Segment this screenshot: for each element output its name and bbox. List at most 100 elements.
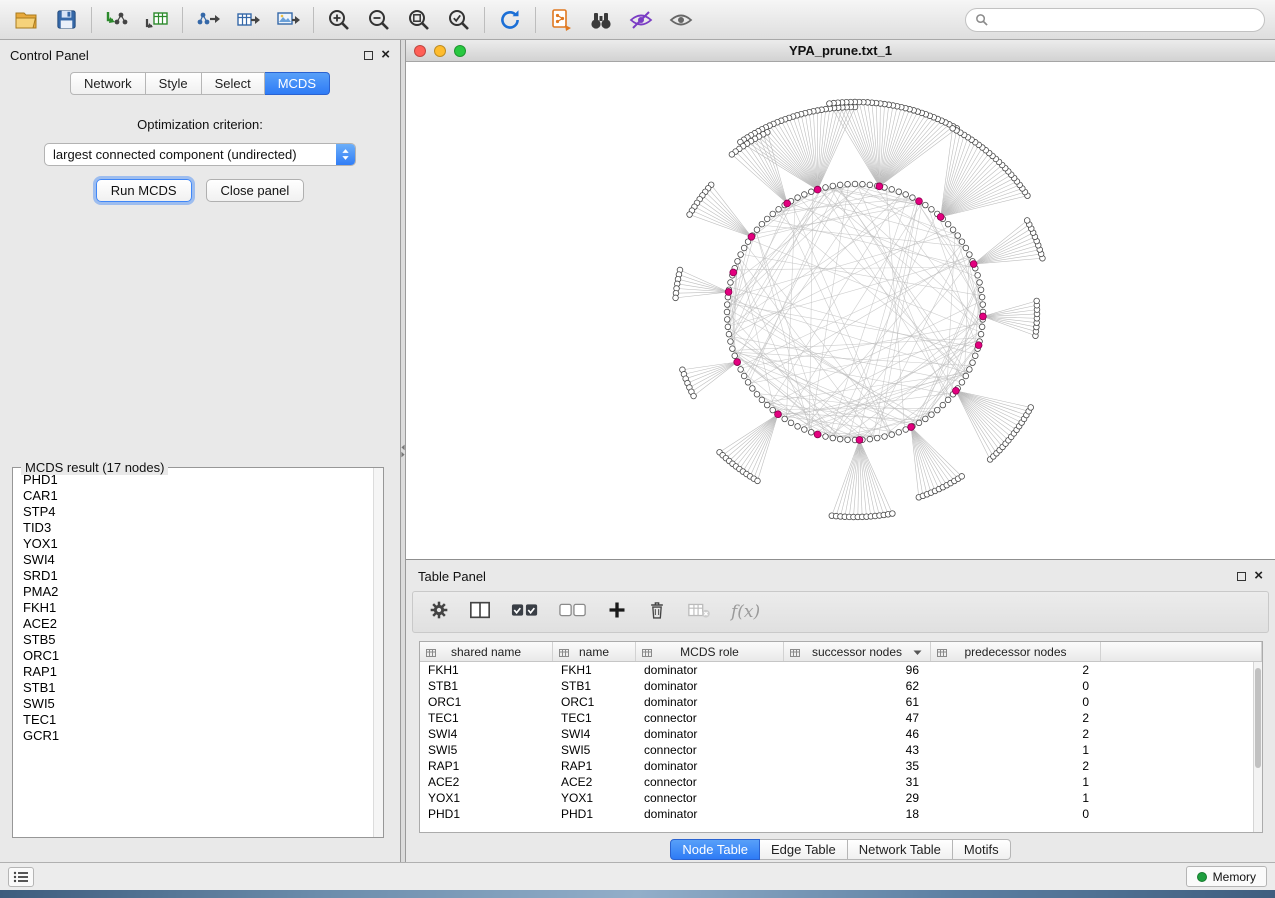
float-panel-icon[interactable] <box>364 51 373 60</box>
hide-elements-button[interactable] <box>625 5 657 35</box>
tab-network-table[interactable]: Network Table <box>848 839 953 860</box>
cell-shared-name[interactable]: ACE2 <box>420 774 553 790</box>
show-elements-button[interactable] <box>665 5 697 35</box>
cell-predecessor-nodes[interactable]: 0 <box>931 806 1101 822</box>
select-all-columns-button[interactable] <box>511 600 539 625</box>
cell-mcds-role[interactable]: dominator <box>636 662 784 678</box>
refresh-button[interactable] <box>494 5 526 35</box>
cell-mcds-role[interactable]: connector <box>636 774 784 790</box>
close-panel-icon[interactable]: × <box>381 50 390 60</box>
zoom-out-button[interactable] <box>363 5 395 35</box>
cell-mcds-role[interactable]: dominator <box>636 678 784 694</box>
open-file-button[interactable] <box>10 5 42 35</box>
mcds-result-item[interactable]: SRD1 <box>15 568 372 584</box>
cell-successor-nodes[interactable]: 31 <box>784 774 931 790</box>
table-row[interactable]: ACE2ACE2connector311 <box>420 774 1253 790</box>
cell-predecessor-nodes[interactable]: 2 <box>931 710 1101 726</box>
mcds-result-item[interactable]: SWI5 <box>15 696 372 712</box>
table-settings-button[interactable] <box>429 600 449 625</box>
cell-shared-name[interactable]: YOX1 <box>420 790 553 806</box>
search-field[interactable] <box>965 8 1265 32</box>
column-header-predecessor-nodes[interactable]: predecessor nodes <box>931 642 1101 661</box>
cell-shared-name[interactable]: FKH1 <box>420 662 553 678</box>
cell-mcds-role[interactable]: connector <box>636 742 784 758</box>
tab-style[interactable]: Style <box>146 72 202 95</box>
cell-predecessor-nodes[interactable]: 2 <box>931 662 1101 678</box>
cell-predecessor-nodes[interactable]: 0 <box>931 678 1101 694</box>
show-columns-button[interactable] <box>469 600 491 625</box>
tab-select[interactable]: Select <box>202 72 265 95</box>
table-row[interactable]: PHD1PHD1dominator180 <box>420 806 1253 822</box>
table-row[interactable]: TEC1TEC1connector472 <box>420 710 1253 726</box>
mcds-result-item[interactable]: YOX1 <box>15 536 372 552</box>
cell-successor-nodes[interactable]: 35 <box>784 758 931 774</box>
cell-name[interactable]: SWI5 <box>553 742 636 758</box>
cell-mcds-role[interactable]: dominator <box>636 694 784 710</box>
export-table-button[interactable] <box>232 5 264 35</box>
column-header-name[interactable]: name <box>553 642 636 661</box>
mcds-result-item[interactable]: STP4 <box>15 504 372 520</box>
table-row[interactable]: ORC1ORC1dominator610 <box>420 694 1253 710</box>
column-header-successor-nodes[interactable]: successor nodes <box>784 642 931 661</box>
delete-column-button[interactable] <box>647 600 667 625</box>
cell-mcds-role[interactable]: connector <box>636 710 784 726</box>
cell-name[interactable]: RAP1 <box>553 758 636 774</box>
table-row[interactable]: YOX1YOX1connector291 <box>420 790 1253 806</box>
mcds-result-item[interactable]: PMA2 <box>15 584 372 600</box>
zoom-fit-button[interactable] <box>403 5 435 35</box>
cell-predecessor-nodes[interactable]: 0 <box>931 694 1101 710</box>
search-input[interactable] <box>994 13 1255 27</box>
cell-predecessor-nodes[interactable]: 2 <box>931 726 1101 742</box>
table-row[interactable]: FKH1FKH1dominator962 <box>420 662 1253 678</box>
run-mcds-button[interactable]: Run MCDS <box>96 179 192 202</box>
column-header-shared-name[interactable]: shared name <box>420 642 553 661</box>
table-row[interactable]: RAP1RAP1dominator352 <box>420 758 1253 774</box>
cell-mcds-role[interactable]: connector <box>636 790 784 806</box>
network-canvas[interactable] <box>406 62 1275 560</box>
mcds-result-item[interactable]: STB5 <box>15 632 372 648</box>
tab-motifs[interactable]: Motifs <box>953 839 1011 860</box>
cell-name[interactable]: FKH1 <box>553 662 636 678</box>
cell-successor-nodes[interactable]: 18 <box>784 806 931 822</box>
memory-button[interactable]: Memory <box>1186 866 1267 887</box>
optimization-criterion-select[interactable]: largest connected component (undirected) <box>44 143 356 166</box>
cell-name[interactable]: TEC1 <box>553 710 636 726</box>
table-scrollbar-thumb[interactable] <box>1255 668 1261 768</box>
mcds-result-item[interactable]: FKH1 <box>15 600 372 616</box>
show-panels-button[interactable] <box>8 867 34 887</box>
column-header-mcds-role[interactable]: MCDS role <box>636 642 784 661</box>
share-document-button[interactable] <box>545 5 577 35</box>
float-table-panel-icon[interactable] <box>1237 572 1246 581</box>
cell-mcds-role[interactable]: dominator <box>636 758 784 774</box>
mcds-result-item[interactable]: RAP1 <box>15 664 372 680</box>
cell-predecessor-nodes[interactable]: 1 <box>931 774 1101 790</box>
import-table-button[interactable] <box>141 5 173 35</box>
mcds-result-item[interactable]: SWI4 <box>15 552 372 568</box>
add-column-button[interactable] <box>607 600 627 625</box>
table-scrollbar[interactable] <box>1253 662 1262 832</box>
table-row[interactable]: STB1STB1dominator620 <box>420 678 1253 694</box>
cell-successor-nodes[interactable]: 29 <box>784 790 931 806</box>
cell-successor-nodes[interactable]: 62 <box>784 678 931 694</box>
cell-name[interactable]: ACE2 <box>553 774 636 790</box>
save-session-button[interactable] <box>50 5 82 35</box>
export-network-button[interactable] <box>192 5 224 35</box>
cell-name[interactable]: STB1 <box>553 678 636 694</box>
mcds-result-item[interactable]: GCR1 <box>15 728 372 744</box>
cell-shared-name[interactable]: TEC1 <box>420 710 553 726</box>
close-table-panel-icon[interactable]: × <box>1254 571 1263 581</box>
zoom-selected-button[interactable] <box>443 5 475 35</box>
table-row[interactable]: SWI5SWI5connector431 <box>420 742 1253 758</box>
cell-successor-nodes[interactable]: 46 <box>784 726 931 742</box>
cell-shared-name[interactable]: PHD1 <box>420 806 553 822</box>
tab-edge-table[interactable]: Edge Table <box>760 839 848 860</box>
tab-node-table[interactable]: Node Table <box>670 839 760 860</box>
cell-shared-name[interactable]: RAP1 <box>420 758 553 774</box>
close-panel-button[interactable]: Close panel <box>206 179 305 202</box>
mcds-result-item[interactable]: CAR1 <box>15 488 372 504</box>
table-row[interactable]: SWI4SWI4dominator462 <box>420 726 1253 742</box>
cell-name[interactable]: YOX1 <box>553 790 636 806</box>
zoom-in-button[interactable] <box>323 5 355 35</box>
cell-shared-name[interactable]: SWI4 <box>420 726 553 742</box>
cell-name[interactable]: SWI4 <box>553 726 636 742</box>
